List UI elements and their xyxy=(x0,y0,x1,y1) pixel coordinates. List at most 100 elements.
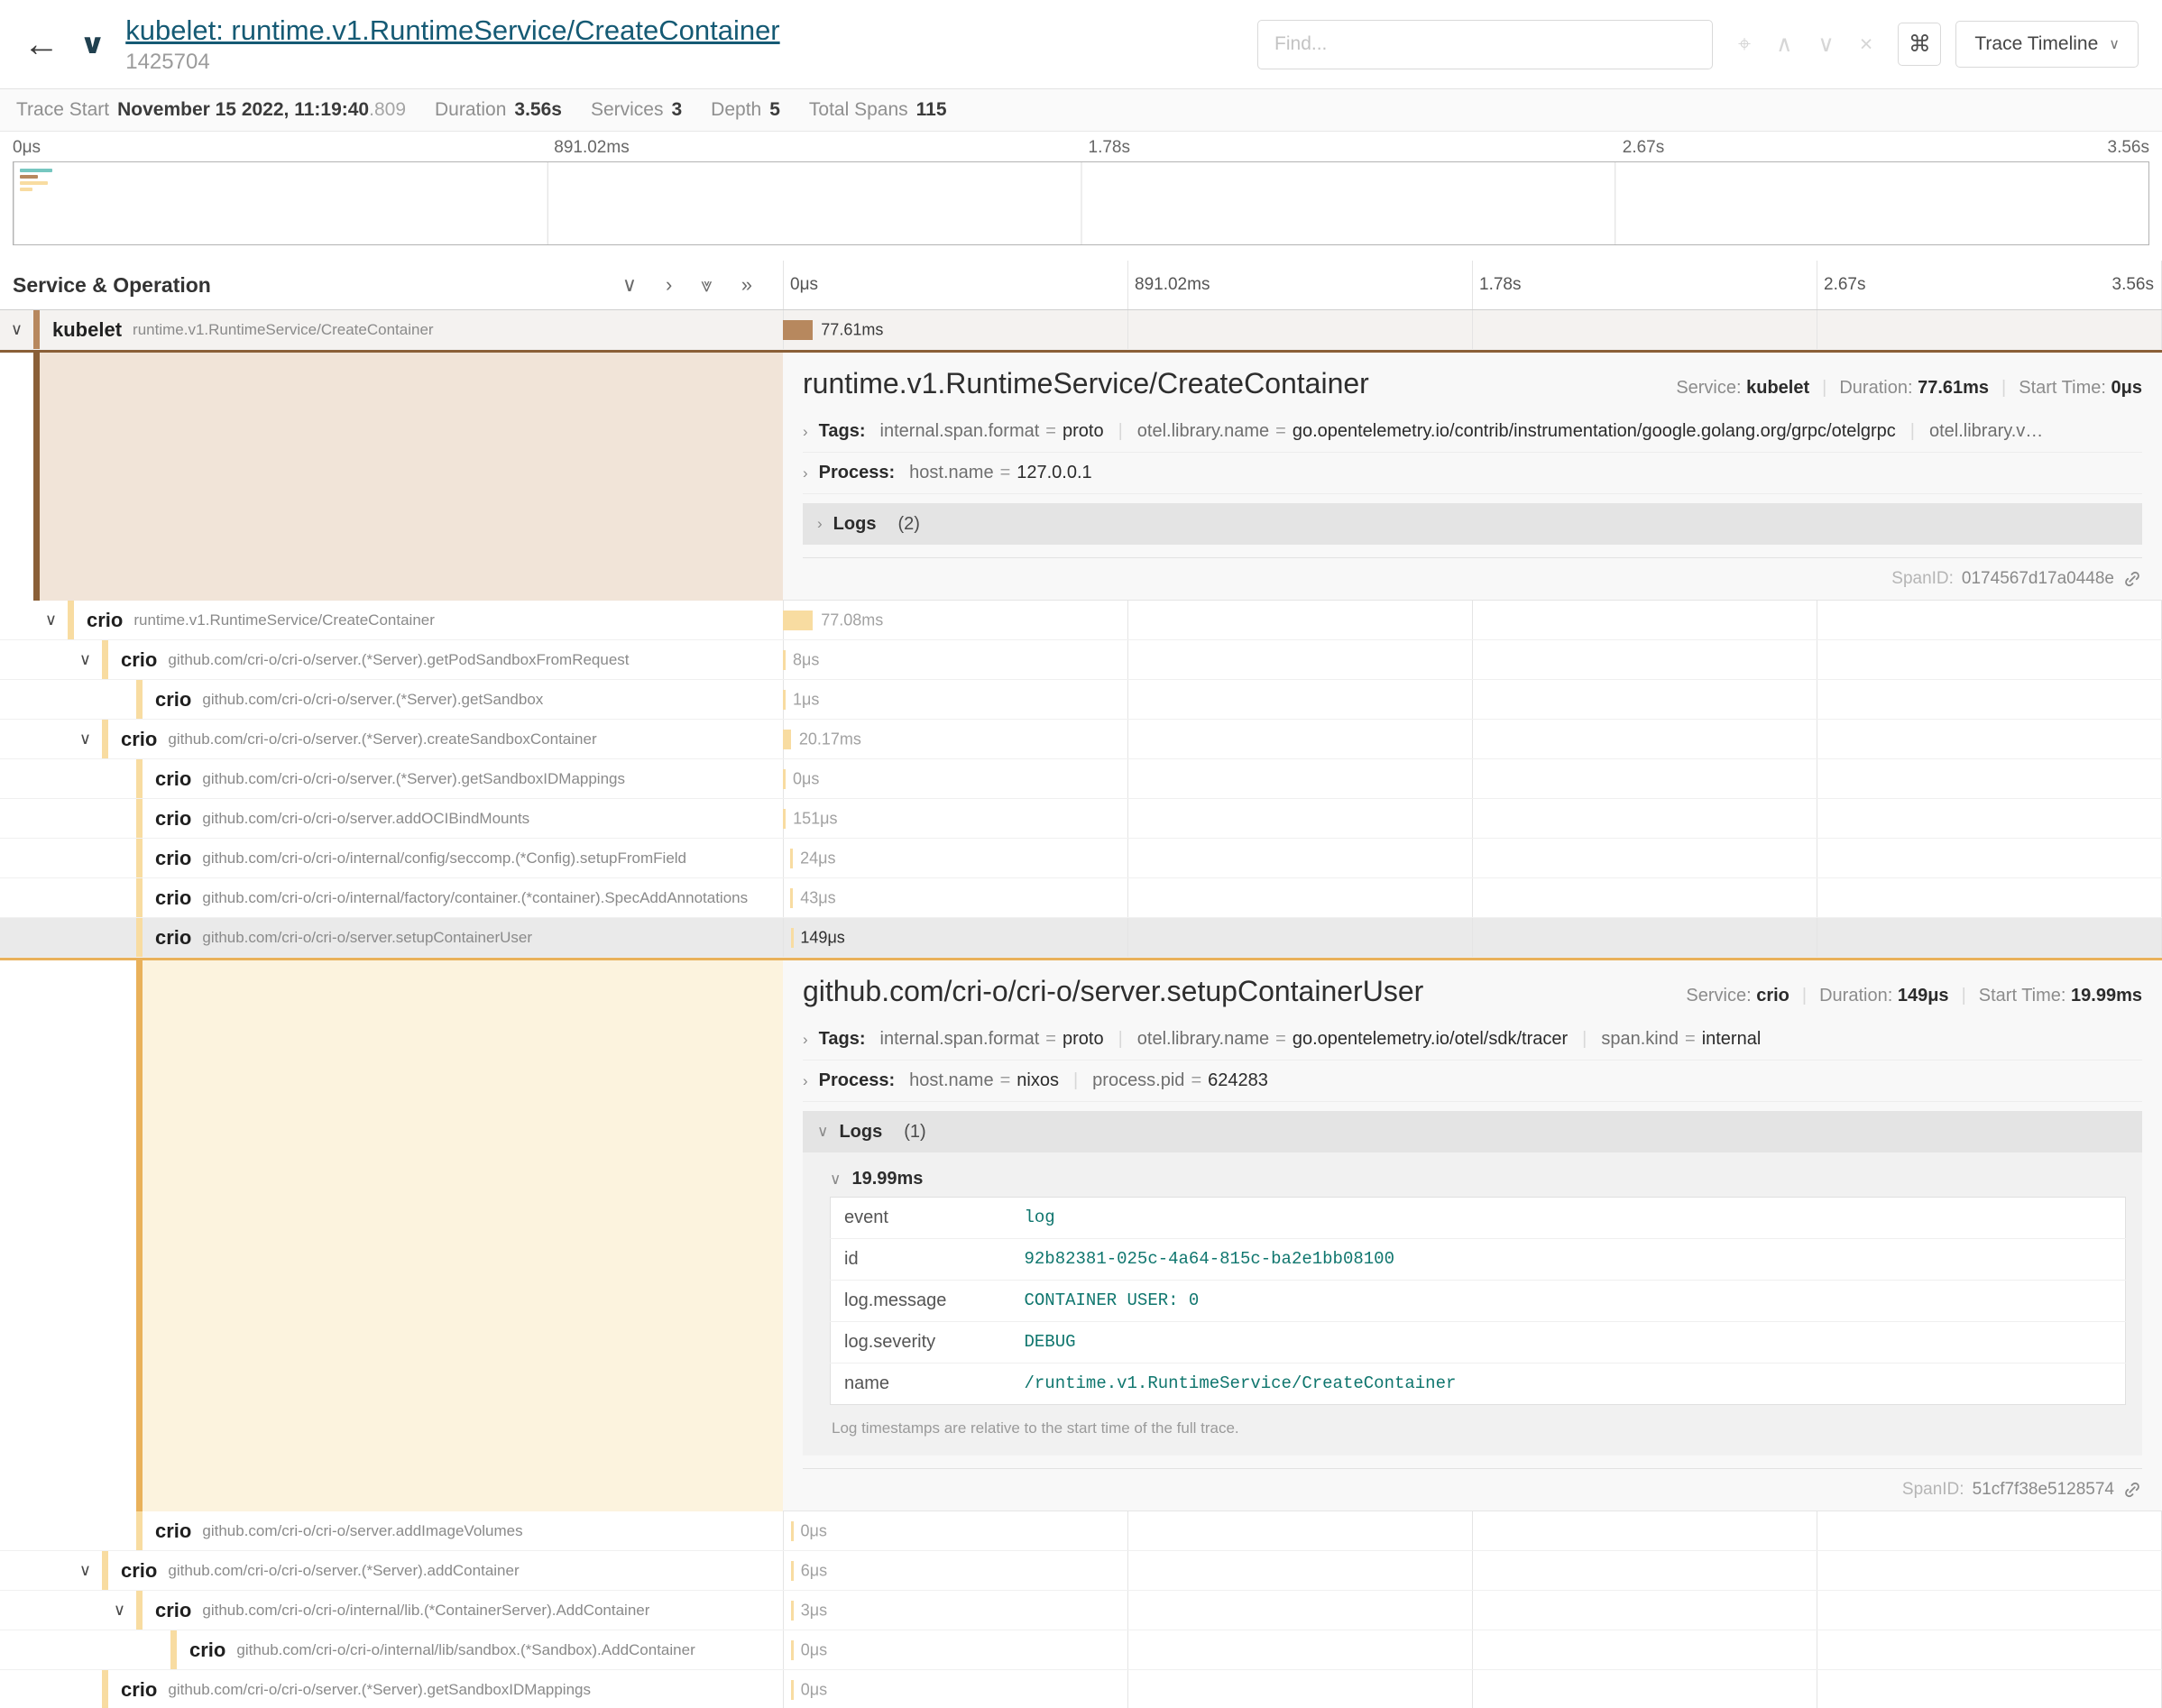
span-link-icon[interactable] xyxy=(2122,1480,2142,1500)
span-name-cell[interactable]: crio github.com/cri-o/cri-o/server.(*Ser… xyxy=(0,680,783,719)
collapse-all-icon[interactable]: ⩔ xyxy=(701,273,712,297)
span-color-bar xyxy=(102,640,108,679)
span-timeline-cell[interactable]: 43μs xyxy=(783,878,2162,917)
span-row[interactable]: crio github.com/cri-o/cri-o/server.(*Ser… xyxy=(0,680,2162,720)
find-controls: ⌖ ∧ ∨ × xyxy=(1727,31,1883,58)
span-row[interactable]: crio github.com/cri-o/cri-o/server.addIm… xyxy=(0,1511,2162,1551)
locate-icon[interactable]: ⌖ xyxy=(1738,32,1751,58)
minimap-span-stroke xyxy=(20,181,48,185)
logs-accordion[interactable]: › Logs (2) xyxy=(803,503,2142,545)
span-timeline-cell[interactable]: 8μs xyxy=(783,640,2162,679)
trace-id: 1425704 xyxy=(125,50,1243,75)
span-row[interactable]: ∨ kubelet runtime.v1.RuntimeService/Crea… xyxy=(0,310,2162,350)
span-timeline-cell[interactable]: 149μs xyxy=(783,918,2162,957)
span-timeline-cell[interactable]: 0μs xyxy=(783,1511,2162,1550)
span-row[interactable]: ∨ crio github.com/cri-o/cri-o/server.(*S… xyxy=(0,720,2162,759)
trace-timeline-dropdown[interactable]: Trace Timeline ∨ xyxy=(1955,21,2139,68)
span-color-bar xyxy=(102,1551,108,1590)
span-timeline-cell[interactable]: 3μs xyxy=(783,1591,2162,1630)
span-timeline-cell[interactable]: 151μs xyxy=(783,799,2162,838)
timeline-tick: 2.67s xyxy=(1824,275,1865,295)
span-timeline-cell[interactable]: 20.17ms xyxy=(783,720,2162,758)
span-service-name: crio xyxy=(155,688,191,712)
span-timeline-cell[interactable]: 0μs xyxy=(783,1630,2162,1669)
expand-collapse-controls: ∨ › ⩔ » xyxy=(622,273,783,297)
span-name-cell[interactable]: ∨ kubelet runtime.v1.RuntimeService/Crea… xyxy=(0,310,783,349)
expand-chevron-icon[interactable]: ∨ xyxy=(103,1601,136,1620)
span-row[interactable]: ∨ crio github.com/cri-o/cri-o/internal/l… xyxy=(0,1591,2162,1630)
span-timeline-cell[interactable]: 0μs xyxy=(783,1670,2162,1708)
span-operation-name: runtime.v1.RuntimeService/CreateContaine… xyxy=(133,611,435,629)
tags-accordion[interactable]: › Tags: internal.span.format=proto | ote… xyxy=(803,1019,2142,1061)
span-duration-bar[interactable] xyxy=(783,611,813,630)
span-row[interactable]: crio github.com/cri-o/cri-o/internal/lib… xyxy=(0,1630,2162,1670)
timeline-header: Service & Operation ∨ › ⩔ » 0μs 891.02ms… xyxy=(0,261,2162,310)
expand-one-icon[interactable]: › xyxy=(666,273,672,297)
span-timeline-cell[interactable]: 77.08ms xyxy=(783,601,2162,639)
span-row[interactable]: ∨ crio github.com/cri-o/cri-o/server.(*S… xyxy=(0,640,2162,680)
tags-accordion[interactable]: › Tags: internal.span.format=proto | ote… xyxy=(803,411,2142,453)
span-timeline-cell[interactable]: 6μs xyxy=(783,1551,2162,1590)
span-name-cell[interactable]: crio github.com/cri-o/cri-o/internal/con… xyxy=(0,839,783,877)
expand-all-icon[interactable]: » xyxy=(741,273,752,297)
span-name-cell[interactable]: ∨ crio github.com/cri-o/cri-o/server.(*S… xyxy=(0,1551,783,1590)
process-accordion[interactable]: › Process: host.name=nixos | process.pid… xyxy=(803,1061,2142,1102)
span-detail-meta: Service: crio|Duration: 149μs|Start Time… xyxy=(1686,986,2142,1006)
span-row[interactable]: ∨ crio github.com/cri-o/cri-o/server.(*S… xyxy=(0,1551,2162,1591)
span-row[interactable]: crio github.com/cri-o/cri-o/server.(*Ser… xyxy=(0,759,2162,799)
span-timeline-cell[interactable]: 24μs xyxy=(783,839,2162,877)
span-operation-name: github.com/cri-o/cri-o/server.(*Server).… xyxy=(168,651,629,669)
find-clear-icon[interactable]: × xyxy=(1860,32,1873,58)
back-button[interactable]: ← xyxy=(18,24,65,65)
span-row[interactable]: crio github.com/cri-o/cri-o/internal/con… xyxy=(0,839,2162,878)
span-row[interactable]: crio github.com/cri-o/cri-o/server.setup… xyxy=(0,918,2162,958)
span-duration-bar[interactable] xyxy=(783,730,791,749)
span-name-cell[interactable]: crio github.com/cri-o/cri-o/internal/fac… xyxy=(0,878,783,917)
minimap-canvas[interactable] xyxy=(13,161,2149,245)
trace-header-collapse-icon[interactable]: ∨ xyxy=(79,31,106,59)
span-operation-name: github.com/cri-o/cri-o/server.(*Server).… xyxy=(202,691,543,709)
log-entry-toggle[interactable]: ∨ 19.99ms xyxy=(830,1169,2126,1189)
span-name-cell[interactable]: ∨ crio github.com/cri-o/cri-o/internal/l… xyxy=(0,1591,783,1630)
span-row[interactable]: ∨ crio runtime.v1.RuntimeService/CreateC… xyxy=(0,601,2162,640)
span-name-cell[interactable]: crio github.com/cri-o/cri-o/server.addOC… xyxy=(0,799,783,838)
keyboard-shortcuts-button[interactable]: ⌘ xyxy=(1898,23,1941,66)
span-name-cell[interactable]: crio github.com/cri-o/cri-o/server.(*Ser… xyxy=(0,759,783,798)
trace-summary-bar: Trace StartNovember 15 2022, 11:19:40.80… xyxy=(0,89,2162,132)
span-name-cell[interactable]: ∨ crio github.com/cri-o/cri-o/server.(*S… xyxy=(0,640,783,679)
find-next-icon[interactable]: ∨ xyxy=(1817,31,1834,58)
expand-chevron-icon[interactable]: ∨ xyxy=(69,1561,102,1580)
span-operation-name: github.com/cri-o/cri-o/server.(*Server).… xyxy=(168,730,596,748)
span-name-cell[interactable]: crio github.com/cri-o/cri-o/internal/lib… xyxy=(0,1630,783,1669)
find-prev-icon[interactable]: ∧ xyxy=(1776,31,1792,58)
collapse-one-icon[interactable]: ∨ xyxy=(622,273,637,297)
expand-chevron-icon[interactable]: ∨ xyxy=(34,611,68,629)
span-link-icon[interactable] xyxy=(2122,569,2142,589)
span-row[interactable]: crio github.com/cri-o/cri-o/server.(*Ser… xyxy=(0,1670,2162,1708)
span-row[interactable]: crio github.com/cri-o/cri-o/internal/fac… xyxy=(0,878,2162,918)
span-name-cell[interactable]: ∨ crio runtime.v1.RuntimeService/CreateC… xyxy=(0,601,783,639)
span-name-cell[interactable]: ∨ crio github.com/cri-o/cri-o/server.(*S… xyxy=(0,720,783,758)
span-duration-label: 20.17ms xyxy=(791,730,861,748)
expand-chevron-icon[interactable]: ∨ xyxy=(69,650,102,669)
trace-title-link[interactable]: kubelet: runtime.v1.RuntimeService/Creat… xyxy=(125,14,779,47)
span-duration-label: 77.61ms xyxy=(813,320,883,339)
span-timeline-cell[interactable]: 77.61ms xyxy=(783,310,2162,349)
span-row[interactable]: crio github.com/cri-o/cri-o/server.addOC… xyxy=(0,799,2162,839)
span-duration-bar[interactable] xyxy=(783,320,813,340)
expand-chevron-icon[interactable]: ∨ xyxy=(0,320,33,339)
span-timeline-cell[interactable]: 1μs xyxy=(783,680,2162,719)
chevron-right-icon: › xyxy=(803,464,808,482)
span-name-cell[interactable]: crio github.com/cri-o/cri-o/server.(*Ser… xyxy=(0,1670,783,1708)
process-accordion[interactable]: › Process: host.name=127.0.0.1 xyxy=(803,453,2142,494)
span-timeline-cell[interactable]: 0μs xyxy=(783,759,2162,798)
span-color-bar xyxy=(136,918,143,957)
span-name-cell[interactable]: crio github.com/cri-o/cri-o/server.setup… xyxy=(0,918,783,957)
logs-accordion[interactable]: ∨ Logs (1) xyxy=(803,1111,2142,1152)
span-name-cell[interactable]: crio github.com/cri-o/cri-o/server.addIm… xyxy=(0,1511,783,1550)
span-detail-title: github.com/cri-o/cri-o/server.setupConta… xyxy=(803,975,1668,1008)
span-service-name: crio xyxy=(155,847,191,870)
find-input[interactable] xyxy=(1257,20,1713,69)
log-field-row: log.severityDEBUG xyxy=(831,1322,2126,1364)
expand-chevron-icon[interactable]: ∨ xyxy=(69,730,102,748)
